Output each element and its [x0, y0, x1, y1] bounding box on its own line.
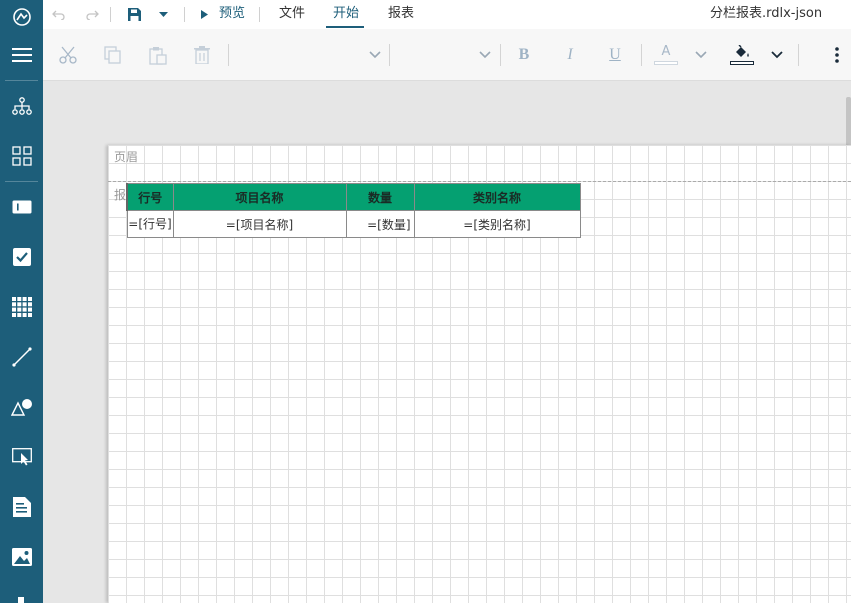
paint-bucket-icon	[736, 45, 749, 57]
detail-cell-category-name[interactable]: =[类别名称]	[413, 210, 581, 238]
detail-cell-item-name[interactable]: =[项目名称]	[172, 210, 347, 238]
save-icon[interactable]	[125, 0, 143, 29]
toolbar-divider	[110, 7, 111, 22]
play-icon	[198, 0, 210, 29]
toolbar-divider	[641, 44, 642, 66]
copy-icon[interactable]	[102, 29, 124, 81]
paste-icon[interactable]	[147, 29, 169, 81]
table-detail-row: =[行号] =[项目名称] =[数量] =[类别名称]	[126, 210, 581, 238]
top-menu-bar: 预览 文件 开始 报表 分栏报表.rdlx-json	[43, 0, 851, 29]
chevron-down-icon	[369, 51, 381, 59]
background-color-swatch	[730, 61, 754, 65]
header-cell-item-name[interactable]: 项目名称	[172, 183, 347, 211]
app-logo-icon[interactable]	[0, 0, 43, 34]
report-table[interactable]: 行号 项目名称 数量 类别名称 =[行号] =[项目名称] =[数量] =[类别…	[126, 183, 581, 238]
menu-report[interactable]: 报表	[388, 0, 414, 29]
active-menu-indicator	[326, 26, 364, 28]
shape-tool-icon[interactable]	[0, 385, 43, 429]
toolbar-divider	[798, 44, 799, 66]
menu-file[interactable]: 文件	[279, 0, 305, 29]
textbox-tool-icon[interactable]	[0, 185, 43, 229]
more-options-icon[interactable]	[829, 29, 845, 81]
page-header-label: 页眉	[114, 150, 139, 164]
page-header-band[interactable]	[108, 145, 851, 182]
font-size-select[interactable]	[395, 29, 495, 81]
chevron-down-icon	[479, 51, 491, 59]
line-tool-icon[interactable]	[0, 335, 43, 379]
bold-button[interactable]: B	[513, 29, 535, 81]
italic-button[interactable]: I	[559, 29, 581, 81]
font-color-button[interactable]: A	[653, 29, 679, 81]
underline-button[interactable]: U	[604, 29, 626, 81]
checkbox-tool-icon[interactable]	[0, 235, 43, 279]
container-tool-icon[interactable]	[0, 435, 43, 479]
background-color-dropdown-chevron-icon[interactable]	[769, 29, 785, 81]
toolbar-divider	[500, 44, 501, 66]
sidebar-divider	[5, 80, 38, 81]
table-header-row: 行号 项目名称 数量 类别名称	[126, 183, 581, 211]
image-tool-icon[interactable]	[0, 535, 43, 579]
detail-cell-row-number[interactable]: =[行号]	[126, 210, 174, 238]
table-tool-icon[interactable]	[0, 285, 43, 329]
document-title: 分栏报表.rdlx-json	[710, 6, 823, 21]
font-color-letter: A	[661, 44, 671, 59]
body-band-label: 报	[114, 188, 127, 202]
cut-icon[interactable]	[57, 29, 79, 81]
save-dropdown-chevron-icon[interactable]	[155, 0, 171, 29]
more-tools-indicator	[18, 597, 24, 603]
header-cell-quantity[interactable]: 数量	[345, 183, 415, 211]
hamburger-menu-icon[interactable]	[0, 33, 43, 77]
menu-home[interactable]: 开始	[333, 0, 359, 29]
background-color-button[interactable]	[729, 29, 755, 81]
undo-icon[interactable]	[49, 0, 67, 29]
sidebar-divider	[5, 181, 38, 182]
toolbar-divider	[259, 7, 260, 22]
font-color-swatch	[654, 61, 678, 65]
header-cell-category-name[interactable]: 类别名称	[413, 183, 581, 211]
delete-icon[interactable]	[191, 29, 213, 81]
header-cell-row-number[interactable]: 行号	[126, 183, 174, 211]
font-family-select[interactable]	[239, 29, 385, 81]
group-editor-icon[interactable]	[0, 134, 43, 178]
home-toolbar: B I U A	[43, 29, 851, 81]
detail-cell-quantity[interactable]: =[数量]	[345, 210, 415, 238]
left-sidebar	[0, 0, 43, 603]
font-color-dropdown-chevron-icon[interactable]	[693, 29, 709, 81]
report-explorer-icon[interactable]	[0, 84, 43, 128]
preview-button[interactable]: 预览	[219, 0, 245, 29]
toolbar-divider	[389, 44, 390, 66]
list-tool-icon[interactable]	[0, 485, 43, 529]
redo-icon[interactable]	[83, 0, 101, 29]
toolbar-divider	[228, 44, 229, 66]
toolbar-divider	[184, 7, 185, 22]
